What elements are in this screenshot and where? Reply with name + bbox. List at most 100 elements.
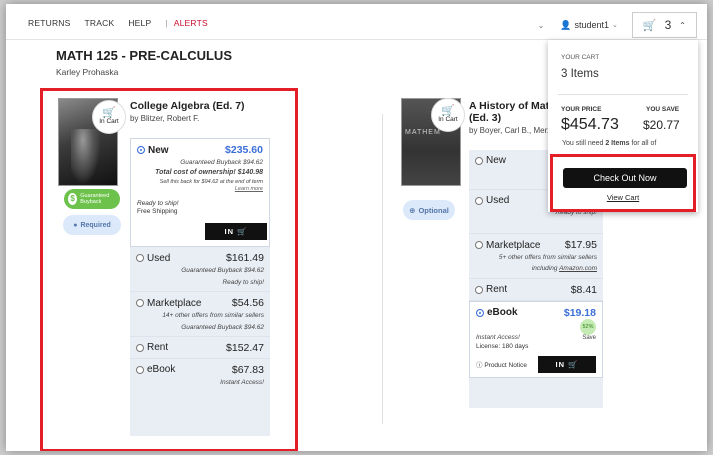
cart-dropdown: YOUR CART 3 Items YOUR PRICE YOU SAVE $4… — [548, 40, 698, 212]
radio-used[interactable] — [475, 196, 483, 205]
amazon-link[interactable]: Amazon.com — [559, 265, 597, 272]
option-label: eBook — [147, 364, 176, 376]
product-notice-link[interactable]: ⓘ Product Notice — [476, 359, 527, 369]
right-nav: ⌄ 👤 student1 ⌄ 🛒 3 ⌃ — [538, 12, 697, 38]
option-rent[interactable]: Rent $8.41 — [469, 279, 603, 301]
in-cart-indicator: 🛒 In Cart — [431, 98, 465, 132]
radio-ebook[interactable] — [136, 365, 144, 374]
course-instructor: Karley Prohaska — [56, 67, 119, 77]
option-price: $19.18 — [563, 306, 596, 319]
buyback-text: Guaranteed Buyback $94.62 — [181, 323, 264, 331]
in-cart-label: In Cart — [438, 116, 458, 124]
in-cart-button[interactable]: IN 🛒 — [538, 355, 596, 373]
book-author: by Blitzer, Robert F. — [130, 114, 200, 123]
plus-circle-icon: ⊕ — [409, 205, 416, 215]
option-price: $235.60 — [225, 144, 263, 156]
user-icon: 👤 — [560, 19, 572, 30]
book-title[interactable]: A History of Math — [469, 100, 556, 112]
guaranteed-buyback-label: Guaranteed Buyback — [80, 192, 110, 205]
option-label: Marketplace — [147, 297, 202, 309]
cart-items-count: 3 Items — [561, 68, 599, 80]
radio-new[interactable] — [137, 146, 145, 154]
required-label: Required — [80, 221, 111, 229]
cart-button[interactable]: 🛒 3 ⌃ — [631, 12, 697, 38]
cover-text: MATHEM — [405, 129, 441, 136]
cart-icon: 🛒 — [568, 359, 579, 369]
option-label: Marketplace — [486, 239, 541, 251]
license-text: License: 180 days — [476, 342, 529, 350]
guaranteed-buyback-badge: $ Guaranteed Buyback — [64, 189, 120, 209]
option-used[interactable]: Used $161.49 Guaranteed Buyback $94.62 R… — [130, 247, 270, 293]
cart-icon: 🛒 — [237, 227, 248, 237]
top-bar: RETURNS TRACK HELP | ALERTS ⌄ 👤 student1… — [6, 4, 707, 40]
option-price: $17.95 — [564, 239, 597, 251]
radio-new[interactable] — [475, 156, 483, 165]
ready-text: Ready to ship! — [137, 199, 179, 207]
nav-alerts-link[interactable]: ALERTS — [174, 18, 208, 28]
free-shipping-text: Free Shipping — [137, 208, 178, 216]
option-ebook[interactable]: eBook $67.83 Instant Access! — [130, 359, 270, 391]
option-price: $67.83 — [231, 363, 264, 376]
page-frame: RETURNS TRACK HELP | ALERTS ⌄ 👤 student1… — [6, 4, 707, 451]
required-badge: ● Required — [63, 215, 121, 235]
your-price-label: YOUR PRICE — [561, 106, 602, 113]
you-save-label: YOU SAVE — [646, 106, 680, 113]
option-price: $54.56 — [231, 297, 264, 310]
option-price: $8.41 — [570, 283, 597, 296]
option-label: eBook — [487, 307, 518, 319]
option-marketplace[interactable]: Marketplace $17.95 5+ other offers from … — [469, 234, 603, 279]
cart-savings: $20.77 — [643, 118, 680, 132]
shipping-info: Ready to ship! Free Shipping — [137, 200, 263, 218]
option-label: Used — [486, 195, 510, 206]
cart-icon: 🛒 — [642, 19, 657, 32]
radio-used[interactable] — [136, 254, 144, 263]
check-out-now-button[interactable]: Check Out Now — [563, 168, 687, 188]
nav-help-link[interactable]: HELP — [128, 18, 151, 28]
purchase-options: New $235.60 Guaranteed Buyback $94.62 To… — [130, 138, 270, 436]
info-icon: ⓘ — [476, 362, 483, 370]
option-label: Rent — [147, 342, 169, 354]
radio-marketplace[interactable] — [475, 241, 483, 249]
book-title-edition[interactable]: (Ed. 3) — [469, 112, 501, 124]
nav-separator: | — [165, 18, 168, 28]
radio-marketplace[interactable] — [136, 299, 144, 308]
radio-rent[interactable] — [475, 285, 483, 294]
option-rent[interactable]: Rent $152.47 — [130, 337, 270, 359]
option-marketplace[interactable]: Marketplace $54.56 14+ other offers from… — [130, 292, 270, 337]
save-percent-badge: 52% — [580, 318, 596, 335]
in-cart-indicator: 🛒 In Cart — [92, 100, 126, 134]
instant-access-text: Instant Access! — [476, 333, 520, 341]
radio-rent[interactable] — [136, 343, 144, 352]
radio-ebook[interactable] — [476, 308, 484, 317]
in-cart-label: In Cart — [99, 118, 119, 126]
option-ebook[interactable]: eBook $19.18 Instant Access! 52% Save Li… — [469, 300, 603, 378]
chevron-down-icon[interactable]: ⌄ — [538, 21, 545, 30]
your-cart-label: YOUR CART — [561, 54, 600, 61]
ready-text: Ready to ship! — [222, 278, 264, 286]
save-label: Save — [582, 334, 596, 341]
course-title: MATH 125 - PRE-CALCULUS — [56, 48, 232, 63]
chevron-down-icon: ⌄ — [612, 22, 618, 29]
option-new[interactable]: New $235.60 Guaranteed Buyback $94.62 To… — [130, 138, 270, 248]
offers-text: 5+ other offers from similar sellers — [498, 254, 597, 261]
column-divider — [382, 114, 383, 424]
nav-returns-link[interactable]: RETURNS — [28, 18, 71, 28]
sell-back-text: Sell this back for $94.62 at the end of … — [159, 178, 263, 185]
book-author: by Boyer, Carl B., Merzb — [469, 126, 556, 135]
user-menu[interactable]: 👤 student1 ⌄ — [560, 20, 618, 31]
book-title[interactable]: College Algebra (Ed. 7) — [130, 100, 245, 112]
items-needed-text: You still need 2 Items for all of — [562, 140, 657, 147]
in-cart-button[interactable]: IN 🛒 — [205, 223, 267, 241]
cart-total-price: $454.73 — [561, 116, 619, 133]
product-notice-row: ⓘ Product Notice IN 🛒 — [476, 355, 596, 373]
option-price: $152.47 — [226, 341, 264, 354]
offers-text: 14+ other offers from similar sellers — [162, 312, 264, 320]
view-cart-link[interactable]: View Cart — [548, 193, 698, 202]
optional-label: Optional — [418, 205, 449, 215]
ownership-text: Total cost of ownership! $140.98 — [155, 169, 263, 177]
dollar-icon: $ — [68, 193, 78, 205]
nav-track-link[interactable]: TRACK — [85, 18, 115, 28]
user-name: student1 — [574, 20, 610, 30]
learn-more-link[interactable]: Learn more — [137, 186, 263, 192]
instant-access-text: Instant Access! — [220, 378, 264, 386]
